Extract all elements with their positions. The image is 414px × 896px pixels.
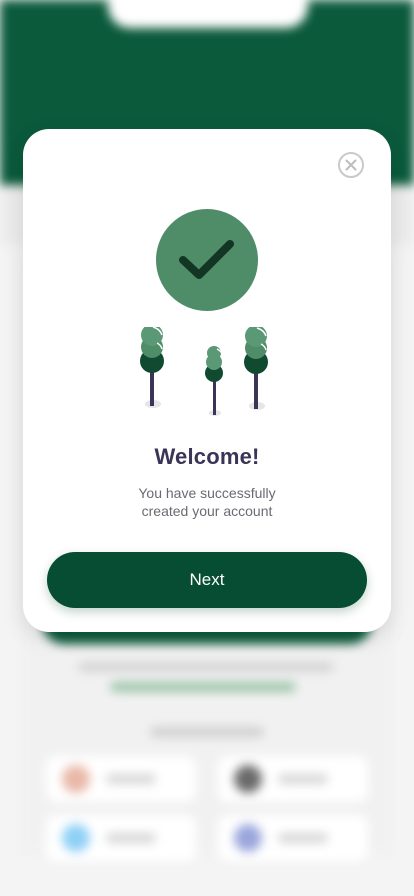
background-social-label — [106, 833, 156, 843]
background-social-apple — [218, 756, 368, 802]
modal-subtitle-line: You have successfully — [138, 485, 276, 501]
background-text-line — [78, 662, 334, 672]
close-icon — [345, 159, 357, 171]
google-icon — [62, 765, 90, 793]
checkmark-icon — [179, 240, 234, 279]
background-social-label — [106, 774, 156, 784]
twitter-icon — [62, 824, 90, 852]
background-social-google — [46, 756, 196, 802]
next-button[interactable]: Next — [47, 552, 367, 608]
success-illustration — [131, 207, 281, 422]
background-divider-label — [150, 727, 264, 737]
app-screen: Welcome! You have successfully created y… — [0, 0, 414, 896]
apple-icon — [234, 765, 262, 793]
modal-subtitle-line: created your account — [141, 503, 273, 519]
facebook-icon — [234, 824, 262, 852]
modal-subtitle: You have successfully created your accou… — [107, 484, 307, 520]
background-social-twitter — [46, 815, 196, 861]
background-link-line — [110, 682, 296, 692]
background-social-facebook — [218, 815, 368, 861]
background-social-label — [278, 774, 328, 784]
modal-title: Welcome! — [154, 444, 260, 469]
success-badge — [156, 209, 258, 311]
close-button[interactable] — [338, 152, 364, 178]
device-notch — [108, 0, 308, 28]
background-social-label — [278, 833, 328, 843]
trees-icon — [140, 327, 268, 416]
welcome-modal: Welcome! You have successfully created y… — [23, 129, 391, 632]
